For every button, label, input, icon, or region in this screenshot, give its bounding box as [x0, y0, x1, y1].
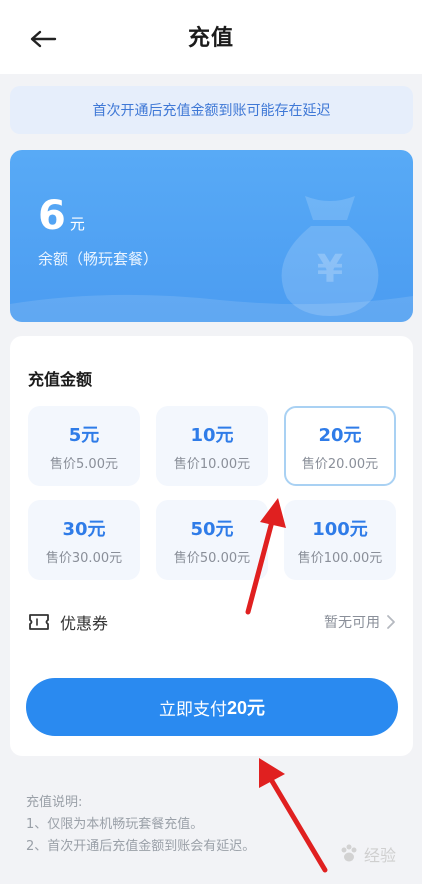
option-price: 售价10.00元: [173, 456, 251, 472]
page-title: 充值: [187, 26, 234, 51]
option-price: 售价100.00元: [297, 550, 383, 566]
notes-line-1: 1、仅限为本机畅玩套餐充值。: [26, 817, 204, 832]
coupon-status: 暂无可用: [324, 615, 380, 631]
option-amount: 50元: [190, 518, 234, 540]
coupon-row[interactable]: 优惠券 暂无可用: [28, 604, 396, 640]
option-amount: 30元: [62, 518, 106, 540]
balance-unit: 元: [69, 215, 85, 233]
option-price: 售价5.00元: [50, 456, 118, 472]
chevron-right-icon: [387, 615, 395, 629]
pay-button-prefix: 立即支付: [158, 699, 227, 719]
option-amount: 10元: [190, 424, 234, 446]
amount-option-100[interactable]: 100元 售价100.00元: [284, 500, 396, 580]
option-price: 售价30.00元: [45, 550, 123, 566]
paw-logo-icon: [341, 844, 357, 862]
amount-option-20[interactable]: 20元 售价20.00元: [284, 406, 396, 486]
amount-option-50[interactable]: 50元 售价50.00元: [156, 500, 268, 580]
balance-value: 6: [38, 193, 66, 239]
option-amount: 100元: [312, 518, 368, 540]
option-amount: 5元: [68, 424, 100, 446]
watermark-text: 经验: [363, 846, 396, 865]
amount-option-5[interactable]: 5元 售价5.00元: [28, 406, 140, 486]
balance-label: 余额（畅玩套餐）: [38, 250, 159, 268]
top-bar: 充值: [0, 0, 422, 74]
balance-amount: 6 元: [38, 196, 85, 236]
amount-option-30[interactable]: 30元 售价30.00元: [28, 500, 140, 580]
notes-title: 充值说明:: [26, 795, 83, 810]
pay-button-amount: 20元: [226, 698, 266, 718]
option-price: 售价20.00元: [301, 456, 379, 472]
balance-card: 6 元 余额（畅玩套餐） ¥: [10, 150, 413, 322]
option-price: 售价50.00元: [173, 550, 251, 566]
card-wave-decoration: [10, 294, 413, 322]
delay-notice: 首次开通后充值金额到账可能存在延迟: [10, 86, 413, 134]
recharge-amount-title: 充值金额: [28, 370, 93, 389]
watermark: 经验: [338, 842, 396, 866]
amount-option-10[interactable]: 10元 售价10.00元: [156, 406, 268, 486]
option-amount: 20元: [318, 424, 362, 446]
recharge-panel: 充值金额 5元 售价5.00元 10元 售价10.00元 20元 售价20.00…: [10, 336, 413, 756]
pay-now-button[interactable]: 立即支付 20元: [26, 678, 398, 736]
coupon-label: 优惠券: [60, 614, 109, 633]
ticket-icon: [29, 614, 49, 630]
